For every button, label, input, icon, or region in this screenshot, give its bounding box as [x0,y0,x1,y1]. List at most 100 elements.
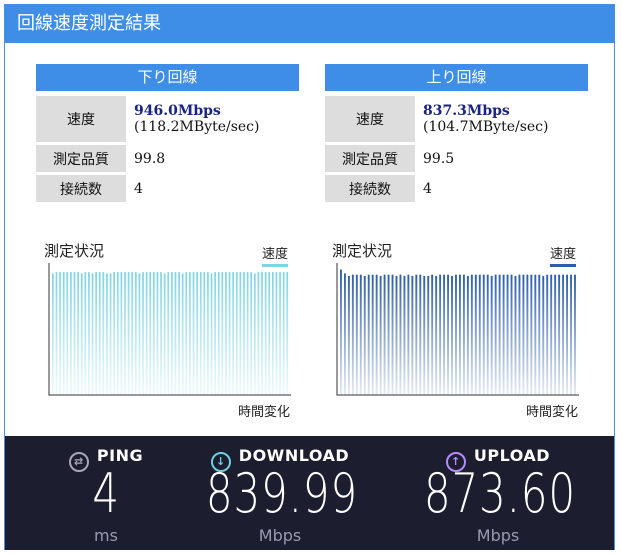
chart-bar [228,272,231,395]
chart-bar [347,275,350,395]
chart-bar [116,272,119,395]
chart-bar [343,273,346,395]
speed-value: 946.0Mbps (118.2MByte/sec) [126,96,299,142]
chart-bar [435,275,438,395]
chart-bar [554,274,557,395]
download-chart: 測定状況 速度 時間変化 [44,235,294,421]
speed-sub: (118.2MByte/sec) [134,119,260,135]
chart-bar [250,272,253,395]
connections-label: 接続数 [36,175,126,202]
chart-bar [196,272,198,395]
chart-bar [514,275,517,395]
chart-bar [419,274,422,395]
chart-bar [124,272,126,395]
chart-bar [145,272,148,395]
chart-bar [363,275,366,395]
download-value: 839.99 [205,462,358,525]
chart-bar [268,272,271,395]
chart-bar [379,275,382,395]
chart-bar [221,272,224,395]
chart-bar [199,272,202,395]
chart-bar [174,272,177,395]
chart-bar [340,269,342,395]
chart-bar [257,272,260,395]
chart-bar [178,272,180,395]
chart-bar [546,274,549,395]
upload-chart: 測定状況 速度 時間変化 [332,235,582,421]
chart-bar [570,274,572,395]
chart-bar [232,272,235,395]
chart-bar [466,275,469,395]
download-info-table: 速度 946.0Mbps (118.2MByte/sec) 測定品質 99.8 … [36,93,299,205]
chart-bar [498,274,501,395]
chart-bar [415,274,418,395]
upload-chart-plot [336,263,579,396]
table-row: 接続数 4 [36,175,299,202]
table-row: 速度 946.0Mbps (118.2MByte/sec) [36,96,299,142]
chart-bar [502,274,505,395]
chart-bar [427,275,430,395]
chart-bar [264,272,267,395]
chart-bar [142,272,144,395]
chart-bar [98,272,101,395]
chart-bar [243,272,245,395]
chart-bar [109,273,112,395]
chart-bar [355,274,358,395]
chart-x-label: 時間変化 [525,405,578,420]
chart-bar [70,272,72,395]
chart-bar [77,272,79,395]
chart-bar [423,275,426,395]
chart-bar [59,272,61,395]
chart-bar [113,272,116,395]
connections-value: 4 [134,180,143,197]
chart-bar [518,274,521,395]
speed-label: 速度 [325,96,415,142]
chart-bar [95,272,97,395]
chart-bar [407,274,410,395]
table-row: 測定品質 99.5 [325,145,588,172]
chart-bar [399,274,402,395]
chart-bar [522,274,525,395]
chart-bar [235,272,238,395]
chart-bar [253,273,256,395]
chart-bar [261,272,263,395]
chart-title: 測定状況 [332,242,393,260]
chart-bar [138,273,141,395]
quality-value: 99.8 [134,150,166,167]
chart-bar [62,272,65,395]
chart-bar [91,273,94,395]
chart-bar [120,272,123,395]
table-row: 速度 837.3Mbps (104.7MByte/sec) [325,96,588,142]
chart-bar [134,272,137,395]
chart-bar [239,272,242,395]
speedtest-summary: ⇄ PING 4 ms ↓ DOWNLOAD 839.99 Mbps ↑ UPLOAD… [5,436,614,550]
chart-bar [207,272,209,395]
chart-bar [411,275,414,395]
chart-bar [439,274,442,395]
chart-bar [470,274,473,395]
chart-bar [455,274,457,395]
result-window: 回線速度測定結果 下り回線 速度 946.0Mbps (118.2MByte/s… [4,4,615,550]
upload-panel: 上り回線 速度 837.3Mbps (104.7MByte/sec) 測定品質 … [325,64,588,205]
download-header: 下り回線 [36,64,299,91]
chart-bar [156,272,159,395]
chart-bar [459,274,461,395]
download-chart-plot [48,263,291,396]
chart-bar [395,275,398,395]
upload-value: 873.60 [423,462,576,525]
chart-bar [562,274,565,395]
quality-label: 測定品質 [325,145,415,172]
chart-bar [383,274,386,395]
chart-bar [80,273,83,395]
upload-unit: Mbps [476,526,520,545]
chart-bar [574,274,576,395]
speed-value: 837.3Mbps (104.7MByte/sec) [415,96,588,142]
chart-bar [66,272,69,395]
chart-title: 測定状況 [44,242,105,260]
chart-bar [387,274,390,395]
chart-bar [462,274,465,395]
chart-bar [282,272,285,395]
table-row: 接続数 4 [325,175,588,202]
chart-bar [474,274,477,395]
chart-bar [203,272,206,395]
